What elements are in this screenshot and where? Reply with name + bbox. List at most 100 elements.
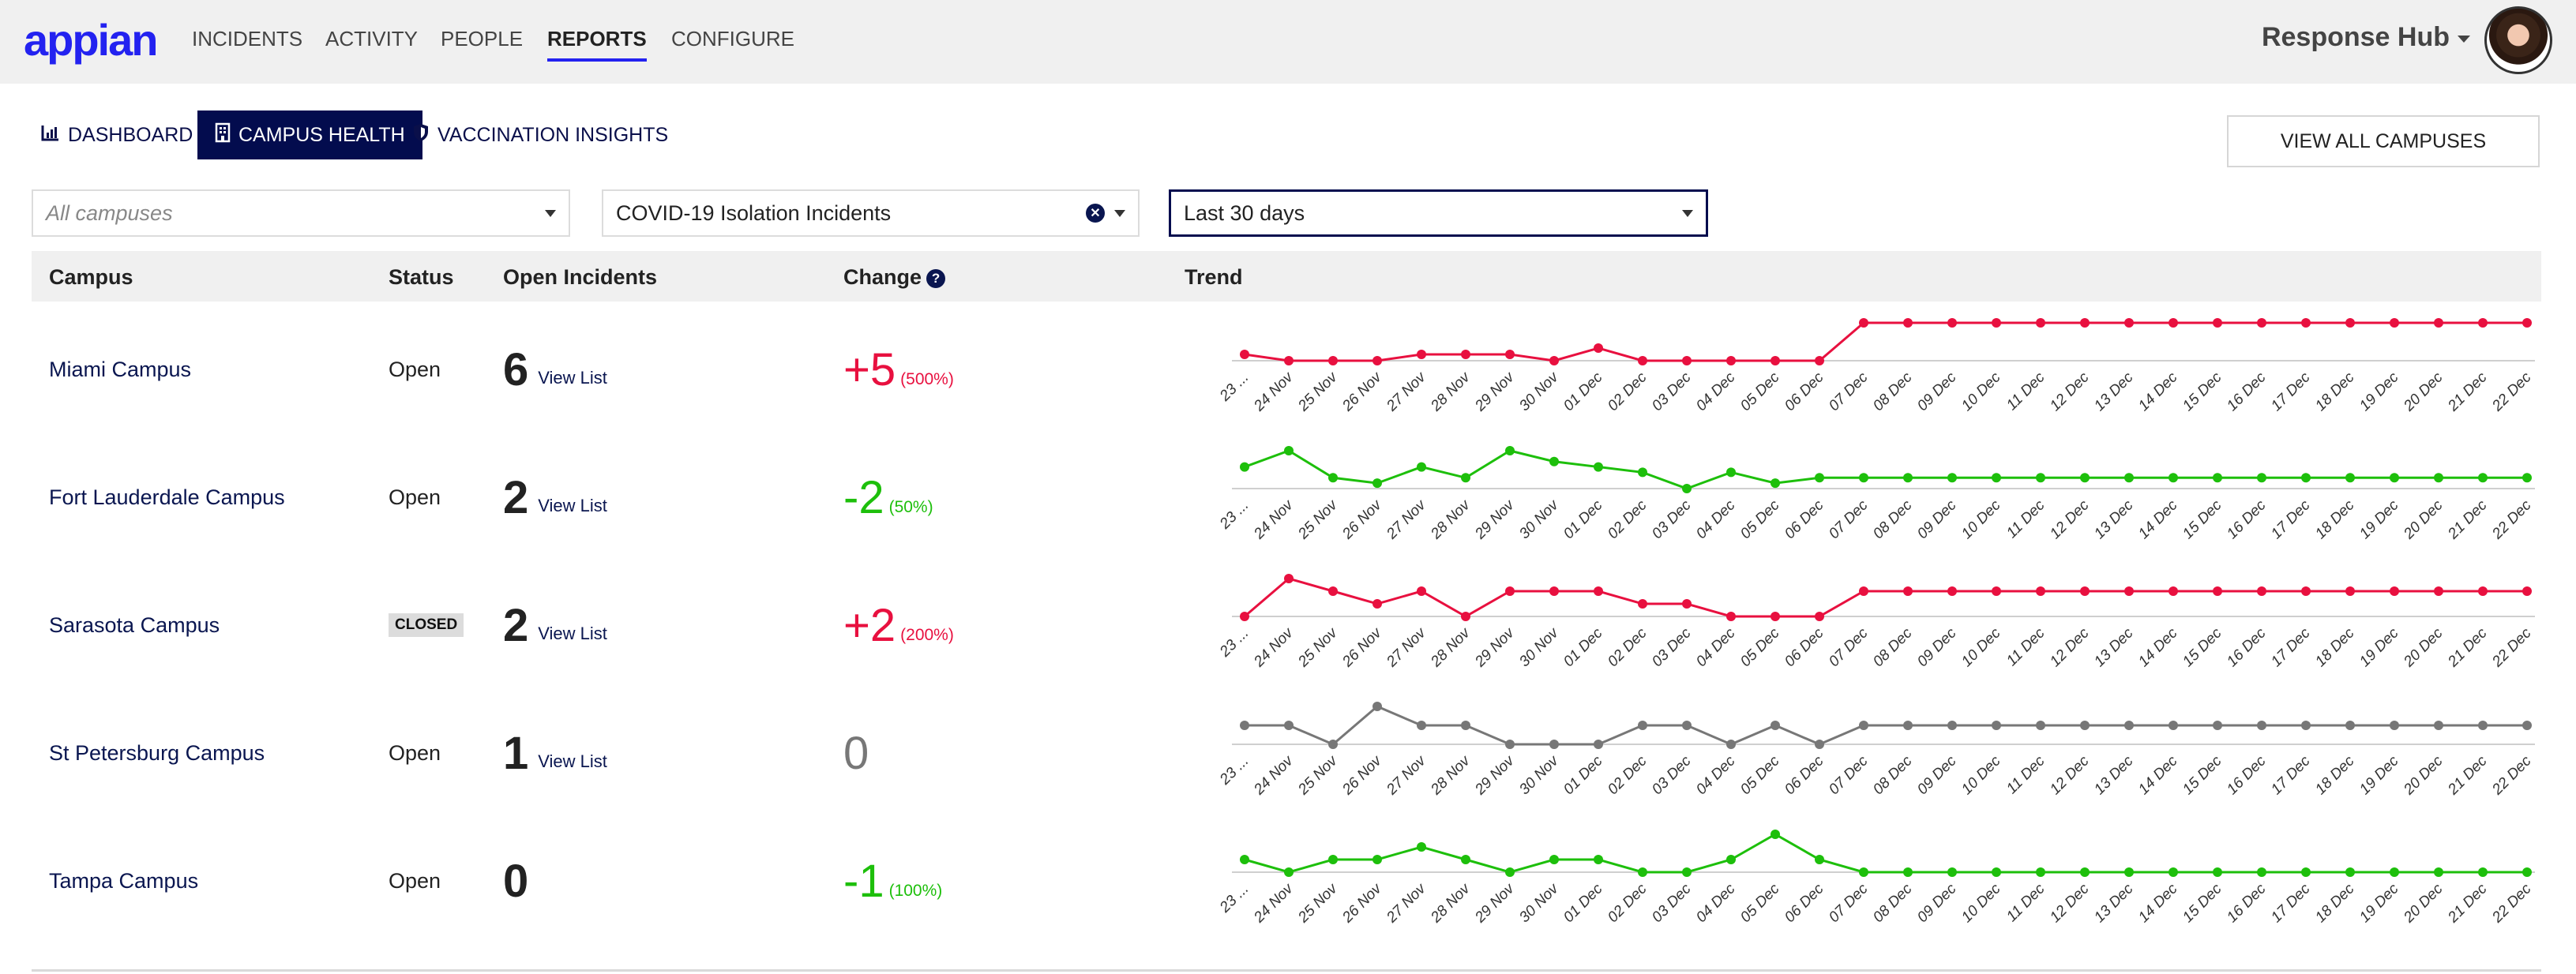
trend-point[interactable]: [1992, 867, 2001, 877]
trend-point[interactable]: [1992, 318, 2001, 328]
trend-point[interactable]: [1240, 612, 1249, 621]
trend-point[interactable]: [2345, 318, 2355, 328]
campus-link[interactable]: St Petersburg Campus: [49, 689, 265, 817]
trend-point[interactable]: [1815, 473, 1824, 483]
trend-point[interactable]: [2257, 867, 2266, 877]
trend-point[interactable]: [1461, 855, 1470, 864]
tab-vaccination-insights[interactable]: VACCINATION INSIGHTS: [412, 111, 668, 159]
trend-point[interactable]: [1771, 356, 1780, 365]
campus-link[interactable]: Tampa Campus: [49, 817, 198, 945]
trend-point[interactable]: [1638, 356, 1647, 365]
trend-point[interactable]: [2478, 586, 2488, 596]
trend-point[interactable]: [2345, 473, 2355, 483]
trend-point[interactable]: [2301, 318, 2311, 328]
trend-point[interactable]: [2213, 721, 2222, 730]
trend-point[interactable]: [1549, 586, 1559, 596]
trend-point[interactable]: [1859, 318, 1868, 328]
trend-point[interactable]: [1859, 867, 1868, 877]
trend-point[interactable]: [2478, 721, 2488, 730]
view-list-link[interactable]: View List: [538, 368, 607, 388]
trend-point[interactable]: [1284, 574, 1294, 583]
campus-link[interactable]: Sarasota Campus: [49, 561, 220, 689]
trend-point[interactable]: [1505, 586, 1515, 596]
trend-point[interactable]: [1240, 350, 1249, 359]
app-switcher[interactable]: Response Hub: [2262, 22, 2470, 53]
trend-point[interactable]: [2036, 586, 2045, 596]
trend-point[interactable]: [2434, 318, 2443, 328]
trend-point[interactable]: [2213, 473, 2222, 483]
trend-point[interactable]: [2080, 867, 2090, 877]
trend-point[interactable]: [1726, 740, 1736, 749]
trend-point[interactable]: [2522, 586, 2532, 596]
view-list-link[interactable]: View List: [538, 751, 607, 772]
nav-configure[interactable]: CONFIGURE: [671, 27, 794, 51]
trend-point[interactable]: [2169, 318, 2178, 328]
trend-point[interactable]: [2434, 721, 2443, 730]
trend-point[interactable]: [2434, 473, 2443, 483]
trend-point[interactable]: [1726, 855, 1736, 864]
help-icon[interactable]: ?: [926, 268, 946, 288]
trend-point[interactable]: [2213, 867, 2222, 877]
trend-point[interactable]: [2169, 867, 2178, 877]
trend-point[interactable]: [1992, 586, 2001, 596]
trend-point[interactable]: [2257, 586, 2266, 596]
trend-point[interactable]: [1372, 702, 1382, 711]
trend-point[interactable]: [2124, 867, 2134, 877]
trend-point[interactable]: [2036, 721, 2045, 730]
incident-type-select[interactable]: COVID-19 Isolation Incidents ✕: [602, 189, 1140, 237]
trend-point[interactable]: [1372, 599, 1382, 609]
trend-point[interactable]: [1771, 721, 1780, 730]
trend-point[interactable]: [1859, 473, 1868, 483]
trend-point[interactable]: [1240, 855, 1249, 864]
trend-point[interactable]: [1815, 855, 1824, 864]
trend-point[interactable]: [1417, 842, 1426, 852]
trend-point[interactable]: [2036, 473, 2045, 483]
trend-point[interactable]: [1594, 462, 1603, 472]
trend-point[interactable]: [2522, 473, 2532, 483]
trend-point[interactable]: [2522, 867, 2532, 877]
nav-reports[interactable]: REPORTS: [547, 27, 647, 62]
trend-point[interactable]: [1594, 740, 1603, 749]
trend-point[interactable]: [1903, 586, 1913, 596]
trend-point[interactable]: [1638, 867, 1647, 877]
campus-link[interactable]: Miami Campus: [49, 305, 191, 433]
tab-campus-health[interactable]: CAMPUS HEALTH: [197, 111, 422, 159]
trend-point[interactable]: [1903, 318, 1913, 328]
campus-filter-select[interactable]: All campuses: [32, 189, 570, 237]
trend-point[interactable]: [1284, 446, 1294, 455]
trend-point[interactable]: [2345, 586, 2355, 596]
trend-point[interactable]: [1859, 721, 1868, 730]
trend-point[interactable]: [2124, 473, 2134, 483]
trend-point[interactable]: [1947, 473, 1957, 483]
trend-point[interactable]: [1638, 467, 1647, 478]
trend-point[interactable]: [2124, 318, 2134, 328]
trend-point[interactable]: [1903, 473, 1913, 483]
trend-point[interactable]: [1771, 478, 1780, 489]
trend-point[interactable]: [1505, 867, 1515, 877]
trend-point[interactable]: [2478, 473, 2488, 483]
trend-point[interactable]: [1461, 612, 1470, 621]
appian-logo[interactable]: appian: [24, 14, 158, 66]
trend-point[interactable]: [2390, 867, 2399, 877]
trend-point[interactable]: [1992, 721, 2001, 730]
trend-point[interactable]: [1682, 599, 1692, 609]
trend-point[interactable]: [1328, 356, 1338, 365]
trend-point[interactable]: [1815, 740, 1824, 749]
nav-incidents[interactable]: INCIDENTS: [192, 27, 302, 51]
trend-point[interactable]: [1549, 456, 1559, 466]
trend-point[interactable]: [1638, 599, 1647, 609]
trend-point[interactable]: [2301, 721, 2311, 730]
trend-point[interactable]: [1372, 478, 1382, 489]
trend-point[interactable]: [2169, 586, 2178, 596]
trend-point[interactable]: [2169, 721, 2178, 730]
trend-point[interactable]: [2390, 721, 2399, 730]
nav-activity[interactable]: ACTIVITY: [325, 27, 418, 51]
view-all-campuses-button[interactable]: VIEW ALL CAMPUSES: [2227, 115, 2540, 167]
trend-point[interactable]: [1947, 867, 1957, 877]
trend-point[interactable]: [2213, 318, 2222, 328]
trend-point[interactable]: [1682, 867, 1692, 877]
campus-link[interactable]: Fort Lauderdale Campus: [49, 433, 285, 561]
trend-point[interactable]: [1284, 721, 1294, 730]
trend-point[interactable]: [2345, 721, 2355, 730]
trend-point[interactable]: [1947, 318, 1957, 328]
